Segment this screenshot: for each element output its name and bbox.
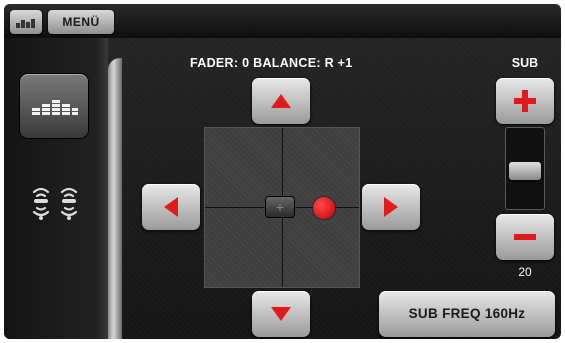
plus-icon: + [275,199,285,215]
sidebar-divider [108,58,122,339]
arrow-right-icon [384,197,398,217]
sub-plus-button[interactable] [496,78,554,124]
sub-level-slider[interactable] [505,127,545,210]
equalizer-icon [32,100,78,115]
minus-icon [514,234,536,240]
car-audio-screen: MENÜ FADER: 0 BALANCE: R +1 SUB + 20 SUB… [4,4,561,339]
fader-down-button[interactable] [252,291,310,337]
sound-field-icon [32,187,78,220]
sub-value: 20 [518,265,532,279]
sub-label: SUB [511,56,539,70]
sub-slider-thumb[interactable] [509,162,541,181]
fader-balance-title: FADER: 0 BALANCE: R +1 [190,56,353,70]
equalizer-shortcut-button[interactable] [10,10,42,34]
sub-minus-button[interactable] [496,214,554,260]
balance-right-button[interactable] [362,184,420,230]
menu-button[interactable]: MENÜ [48,10,114,34]
fader-up-button[interactable] [252,78,310,124]
center-reset-button[interactable]: + [266,197,294,217]
arrow-up-icon [271,94,291,108]
equalizer-button[interactable] [20,74,88,138]
sound-field-button[interactable] [26,182,86,230]
arrow-down-icon [271,307,291,321]
plus-icon [514,90,536,112]
fader-balance-pad[interactable]: + [204,127,360,288]
arrow-left-icon [164,197,178,217]
balance-left-button[interactable] [142,184,200,230]
sub-freq-button[interactable]: SUB FREQ 160Hz [379,291,555,337]
position-marker[interactable] [313,197,335,219]
equalizer-icon [16,19,35,28]
